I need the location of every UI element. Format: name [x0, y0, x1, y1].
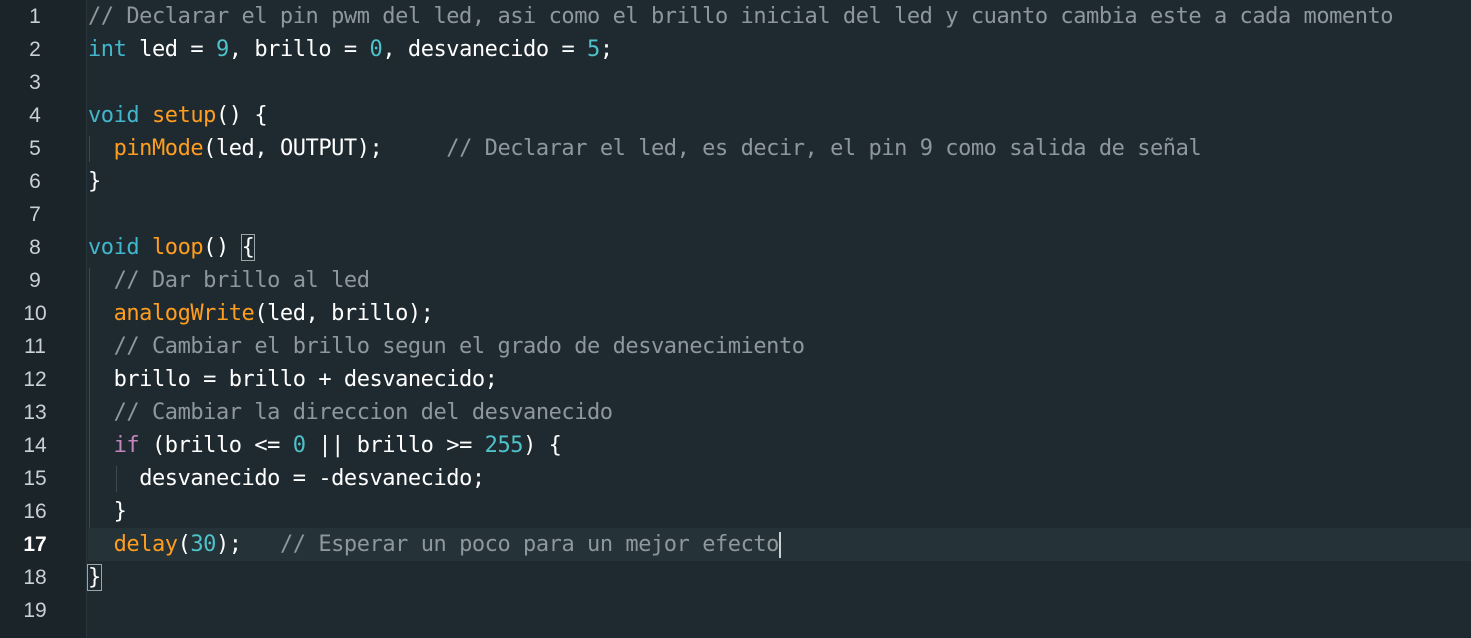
line-number: 7 — [29, 203, 41, 226]
code-text: () { — [215, 103, 268, 128]
line-number-gutter: 1 2 3 4 5 6 7 8 9 10 11 12 13 14 15 16 1… — [0, 0, 87, 638]
line-number: 1 — [29, 5, 41, 28]
code-text: || brillo >= — [305, 433, 485, 458]
code-text: () — [203, 235, 242, 260]
keyword: if — [113, 433, 140, 458]
bracket-match: } — [87, 564, 102, 591]
code-line[interactable]: } — [88, 165, 1471, 198]
line-number: 15 — [23, 467, 47, 490]
code-line[interactable]: pinMode(led, OUTPUT); // Declarar el led… — [88, 132, 1471, 165]
code-line[interactable]: // Declarar el pin pwm del led, asi como… — [88, 0, 1471, 33]
comment: // Esperar un poco para un mejor efecto — [279, 532, 779, 557]
number: 255 — [484, 433, 524, 458]
text-caret — [778, 532, 781, 558]
code-line[interactable]: void loop() { — [88, 231, 1471, 264]
code-line[interactable]: // Cambiar la direccion del desvanecido — [88, 396, 1471, 429]
code-line-current[interactable]: delay(30); // Esperar un poco para un me… — [88, 528, 1471, 561]
line-number: 2 — [29, 38, 41, 61]
code-text: (led, OUTPUT); — [203, 136, 447, 161]
line-number: 18 — [23, 566, 47, 589]
line-number: 12 — [23, 368, 47, 391]
line-number: 3 — [29, 71, 41, 94]
code-text: , desvanecido = — [382, 37, 588, 62]
code-text: } — [88, 169, 101, 194]
code-text: (led, brillo); — [254, 301, 434, 326]
number: 9 — [215, 37, 229, 62]
code-line[interactable]: } — [88, 495, 1471, 528]
line-number: 4 — [29, 104, 41, 127]
code-text: desvanecido = -desvanecido; — [139, 466, 485, 491]
comment: // Declarar el led, es decir, el pin 9 c… — [446, 136, 1202, 161]
code-line[interactable]: void setup() { — [88, 99, 1471, 132]
line-number-active: 17 — [23, 533, 47, 556]
number: 5 — [587, 37, 600, 62]
comment: // Dar brillo al led — [113, 268, 370, 293]
code-line[interactable]: desvanecido = -desvanecido; — [88, 462, 1471, 495]
line-number: 13 — [23, 401, 47, 424]
code-text: (brillo <= — [139, 433, 293, 458]
keyword: int — [88, 37, 127, 62]
number: 0 — [292, 433, 306, 458]
code-line[interactable]: analogWrite(led, brillo); — [88, 297, 1471, 330]
function-name: delay — [113, 532, 178, 557]
code-editor[interactable]: 1 2 3 4 5 6 7 8 9 10 11 12 13 14 15 16 1… — [0, 0, 1471, 638]
function-name: setup — [151, 103, 216, 128]
code-area[interactable]: // Declarar el pin pwm del led, asi como… — [87, 0, 1471, 638]
keyword: void — [88, 235, 140, 260]
comment: // Declarar el pin pwm del led, asi como… — [88, 4, 1394, 29]
keyword: void — [88, 103, 140, 128]
code-line[interactable] — [88, 594, 1471, 627]
code-line[interactable]: brillo = brillo + desvanecido; — [88, 363, 1471, 396]
line-number: 16 — [23, 500, 47, 523]
code-line[interactable]: if (brillo <= 0 || brillo >= 255) { — [88, 429, 1471, 462]
number: 0 — [369, 37, 383, 62]
code-text: led = — [126, 37, 216, 62]
number: 30 — [190, 532, 216, 557]
comment: // Cambiar el brillo segun el grado de d… — [113, 334, 805, 359]
code-line[interactable]: // Dar brillo al led — [88, 264, 1471, 297]
line-number: 8 — [29, 236, 41, 259]
code-text: brillo = brillo + desvanecido; — [113, 367, 498, 392]
code-line[interactable]: // Cambiar el brillo segun el grado de d… — [88, 330, 1471, 363]
line-number: 9 — [29, 269, 41, 292]
line-number: 6 — [29, 170, 41, 193]
function-name: pinMode — [113, 136, 204, 161]
code-line[interactable] — [88, 198, 1471, 231]
code-text: ; — [599, 37, 613, 62]
line-number: 5 — [29, 137, 41, 160]
code-line[interactable] — [88, 66, 1471, 99]
line-number: 11 — [24, 335, 46, 358]
line-number: 10 — [23, 302, 47, 325]
comment: // Cambiar la direccion del desvanecido — [113, 400, 613, 425]
code-text: ) { — [523, 433, 562, 458]
function-name: analogWrite — [113, 301, 255, 326]
code-text: , brillo = — [228, 37, 370, 62]
code-line[interactable]: } — [87, 561, 1471, 594]
code-text: } — [113, 499, 127, 524]
code-line[interactable]: int led = 9, brillo = 0, desvanecido = 5… — [88, 33, 1471, 66]
bracket-match: { — [240, 234, 256, 261]
line-number: 19 — [23, 599, 47, 622]
code-text: ( — [177, 532, 191, 557]
function-name: loop — [151, 235, 204, 260]
line-number: 14 — [23, 434, 47, 457]
code-text: ); — [215, 532, 280, 557]
